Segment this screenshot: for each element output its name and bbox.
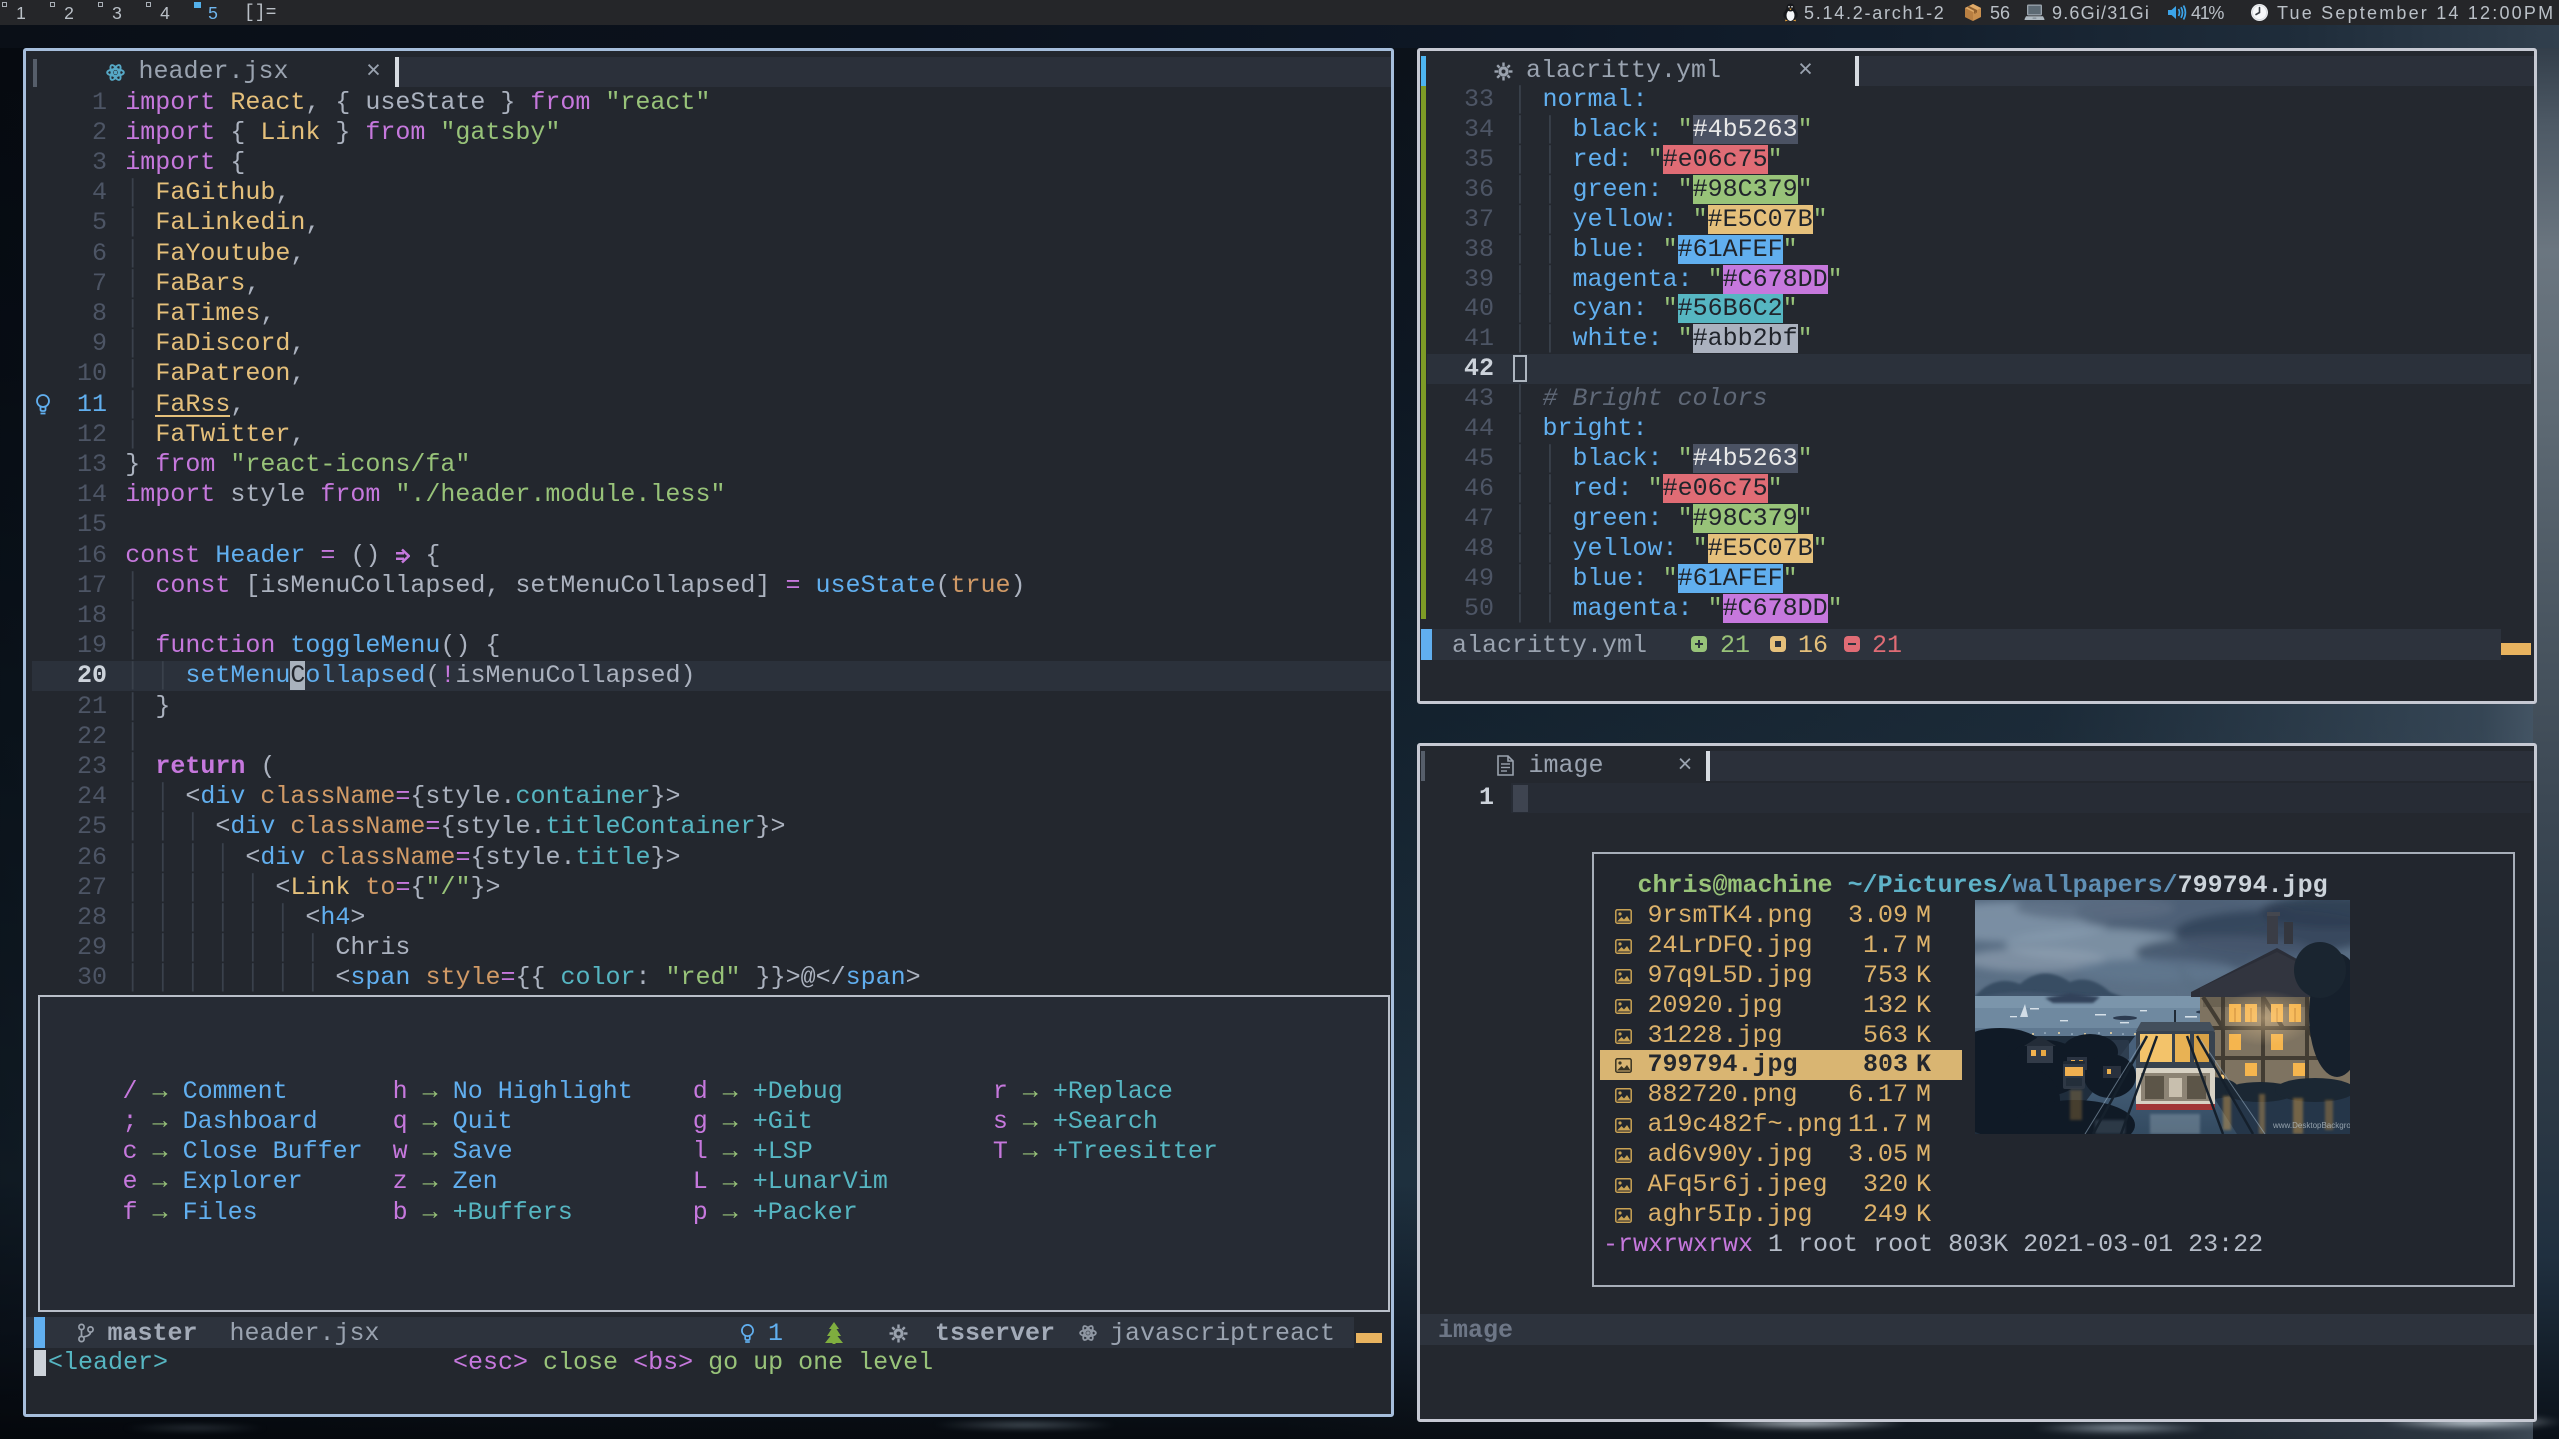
svg-text:www.DesktopBackground.org: www.DesktopBackground.org	[2272, 1121, 2350, 1130]
